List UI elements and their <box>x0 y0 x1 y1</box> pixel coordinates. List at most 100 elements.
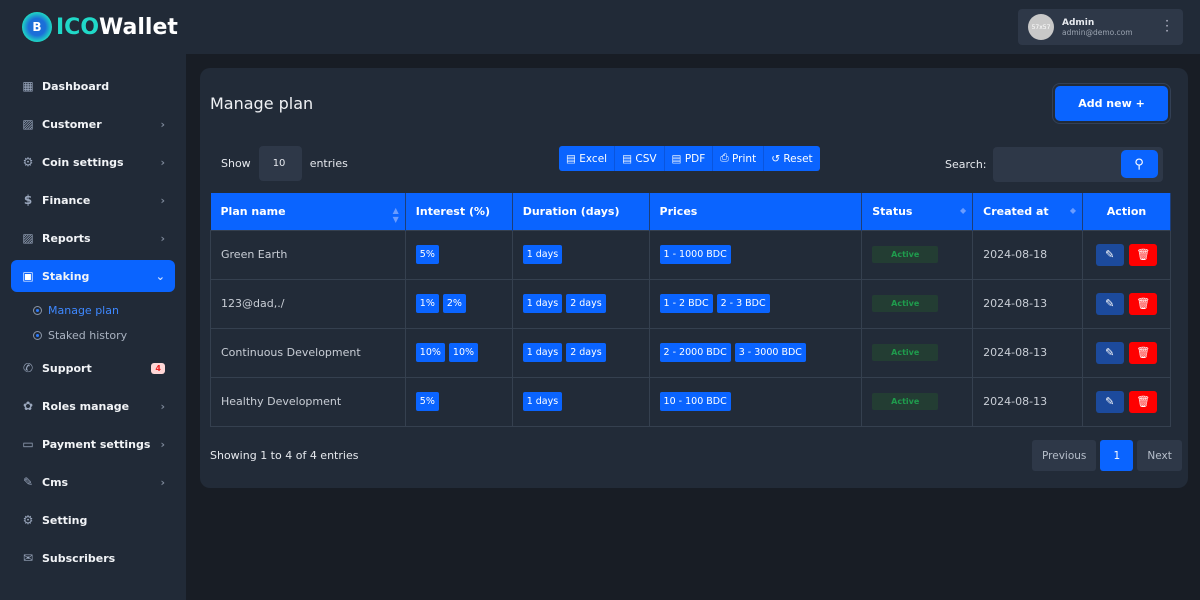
column-header: Duration (days) <box>512 193 649 230</box>
prices-cell: 1 - 1000 BDC <box>649 230 862 279</box>
excel-button[interactable]: ▤ Excel <box>559 146 615 171</box>
duration-pill: 1 days <box>523 343 563 362</box>
dashboard-icon: ▦ <box>21 79 35 93</box>
support-badge: 4 <box>151 363 165 374</box>
sidebar-item-finance[interactable]: $Finance› <box>11 184 175 216</box>
pdf-button[interactable]: ▤ PDF <box>665 146 714 171</box>
pdf-label: PDF <box>685 153 705 165</box>
sidebar-item-support[interactable]: ✆Support4 <box>11 352 175 384</box>
previous-button[interactable]: Previous <box>1032 440 1096 471</box>
trash-icon: 🗑 <box>1136 346 1150 359</box>
interest-cell: 5% <box>405 377 512 426</box>
page-1-button[interactable]: 1 <box>1100 440 1133 471</box>
sidebar-item-customer[interactable]: ▨Customer› <box>11 108 175 140</box>
print-label: Print <box>732 153 756 165</box>
sidebar-item-cms[interactable]: ✎Cms› <box>11 466 175 498</box>
delete-button[interactable]: 🗑 <box>1129 391 1157 413</box>
print-button[interactable]: ⎙ Print <box>713 146 764 171</box>
logo-icon: B <box>22 12 52 42</box>
header-label: Interest (%) <box>416 205 490 218</box>
reset-button[interactable]: ↺ Reset <box>764 146 819 171</box>
page-size-select[interactable]: 10 <box>259 146 302 181</box>
sidebar-item-dashboard[interactable]: ▦ Dashboard <box>11 70 175 102</box>
sidebar-item-label: Finance <box>42 194 90 207</box>
show-label: Show <box>221 157 251 170</box>
edit-icon: ✎ <box>21 475 35 489</box>
sidebar-subitem-manage-plan[interactable]: Manage plan <box>11 298 175 323</box>
sidebar-item-subscribers[interactable]: ✉Subscribers <box>11 542 175 574</box>
sidebar-item-label: Subscribers <box>42 552 115 565</box>
sort-icon: ◆ <box>1070 206 1076 215</box>
action-cell: ✎ 🗑 <box>1083 230 1171 279</box>
status-badge: Active <box>872 246 938 263</box>
prices-pill: 1 - 2 BDC <box>660 294 713 313</box>
sidebar-item-label: Cms <box>42 476 68 489</box>
column-header: Interest (%) <box>405 193 512 230</box>
header-label: Action <box>1107 205 1146 218</box>
column-header[interactable]: Status◆ <box>862 193 973 230</box>
edit-icon: ✎ <box>1105 395 1114 408</box>
search-label: Search: <box>945 158 987 171</box>
duration-pill: 1 days <box>523 294 563 313</box>
reset-label: Reset <box>783 153 812 165</box>
csv-button[interactable]: ▤ CSV <box>615 146 664 171</box>
phone-icon: ✆ <box>21 361 35 375</box>
prices-pill: 2 - 2000 BDC <box>660 343 731 362</box>
sidebar-item-reports[interactable]: ▨Reports› <box>11 222 175 254</box>
settings-icon: ⚙ <box>21 513 35 527</box>
header-label: Status <box>872 205 912 218</box>
roles-icon: ✿ <box>21 399 35 413</box>
edit-button[interactable]: ✎ <box>1096 391 1124 413</box>
prices-pill: 3 - 3000 BDC <box>735 343 806 362</box>
search-icon: ⚲ <box>1134 157 1144 172</box>
export-buttons: ▤ Excel ▤ CSV ▤ PDF ⎙ Print ↺ Reset <box>559 146 820 171</box>
table-row: 123@dad,./1%2%1 days2 days1 - 2 BDC2 - 3… <box>211 279 1171 328</box>
search-button[interactable]: ⚲ <box>1121 150 1158 178</box>
logo-suffix: Wallet <box>99 15 178 40</box>
sidebar-subitem-staked-history[interactable]: Staked history <box>11 323 175 348</box>
subitem-label: Manage plan <box>48 304 119 317</box>
more-vertical-icon[interactable]: ··· <box>1165 19 1169 34</box>
edit-icon: ✎ <box>1105 248 1114 261</box>
created-at: 2024-08-13 <box>973 279 1083 328</box>
delete-button[interactable]: 🗑 <box>1129 293 1157 315</box>
created-at: 2024-08-13 <box>973 328 1083 377</box>
status-badge: Active <box>872 393 938 410</box>
sidebar-item-label: Coin settings <box>42 156 124 169</box>
delete-button[interactable]: 🗑 <box>1129 244 1157 266</box>
edit-button[interactable]: ✎ <box>1096 293 1124 315</box>
customer-icon: ▨ <box>21 117 35 131</box>
sidebar-item-coin-settings[interactable]: ⚙Coin settings› <box>11 146 175 178</box>
reports-icon: ▨ <box>21 231 35 245</box>
delete-button[interactable]: 🗑 <box>1129 342 1157 364</box>
edit-button[interactable]: ✎ <box>1096 244 1124 266</box>
chevron-right-icon: › <box>160 232 165 245</box>
created-at: 2024-08-18 <box>973 230 1083 279</box>
user-menu[interactable]: 57x57 Adminadmin@demo.com ··· <box>1018 9 1183 45</box>
sidebar-item-label: Dashboard <box>42 80 109 93</box>
edit-button[interactable]: ✎ <box>1096 342 1124 364</box>
trash-icon: 🗑 <box>1136 395 1150 408</box>
add-new-button[interactable]: Add new + <box>1055 86 1168 121</box>
logo[interactable]: B ICOWallet <box>22 12 178 42</box>
interest-pill: 5% <box>416 245 439 264</box>
edit-icon: ✎ <box>1105 346 1114 359</box>
table-row: Healthy Development5%1 days10 - 100 BDCA… <box>211 377 1171 426</box>
sidebar-item-setting[interactable]: ⚙Setting <box>11 504 175 536</box>
interest-pill: 1% <box>416 294 439 313</box>
plan-name: Green Earth <box>211 230 406 279</box>
interest-cell: 5% <box>405 230 512 279</box>
next-button[interactable]: Next <box>1137 440 1181 471</box>
sidebar-item-payment-settings[interactable]: ▭Payment settings› <box>11 428 175 460</box>
column-header[interactable]: Plan name▲▼ <box>211 193 406 230</box>
sidebar-item-staking[interactable]: ▣Staking⌄ <box>11 260 175 292</box>
prices-cell: 1 - 2 BDC2 - 3 BDC <box>649 279 862 328</box>
column-header[interactable]: Created at◆ <box>973 193 1083 230</box>
duration-cell: 1 days <box>512 230 649 279</box>
page-size-control: Show 10 entries <box>221 146 348 181</box>
sidebar-item-roles-manage[interactable]: ✿Roles manage› <box>11 390 175 422</box>
search-input[interactable] <box>993 147 1113 182</box>
sidebar-item-label: Payment settings <box>42 438 150 451</box>
chevron-right-icon: › <box>160 194 165 207</box>
duration-pill: 1 days <box>523 245 563 264</box>
